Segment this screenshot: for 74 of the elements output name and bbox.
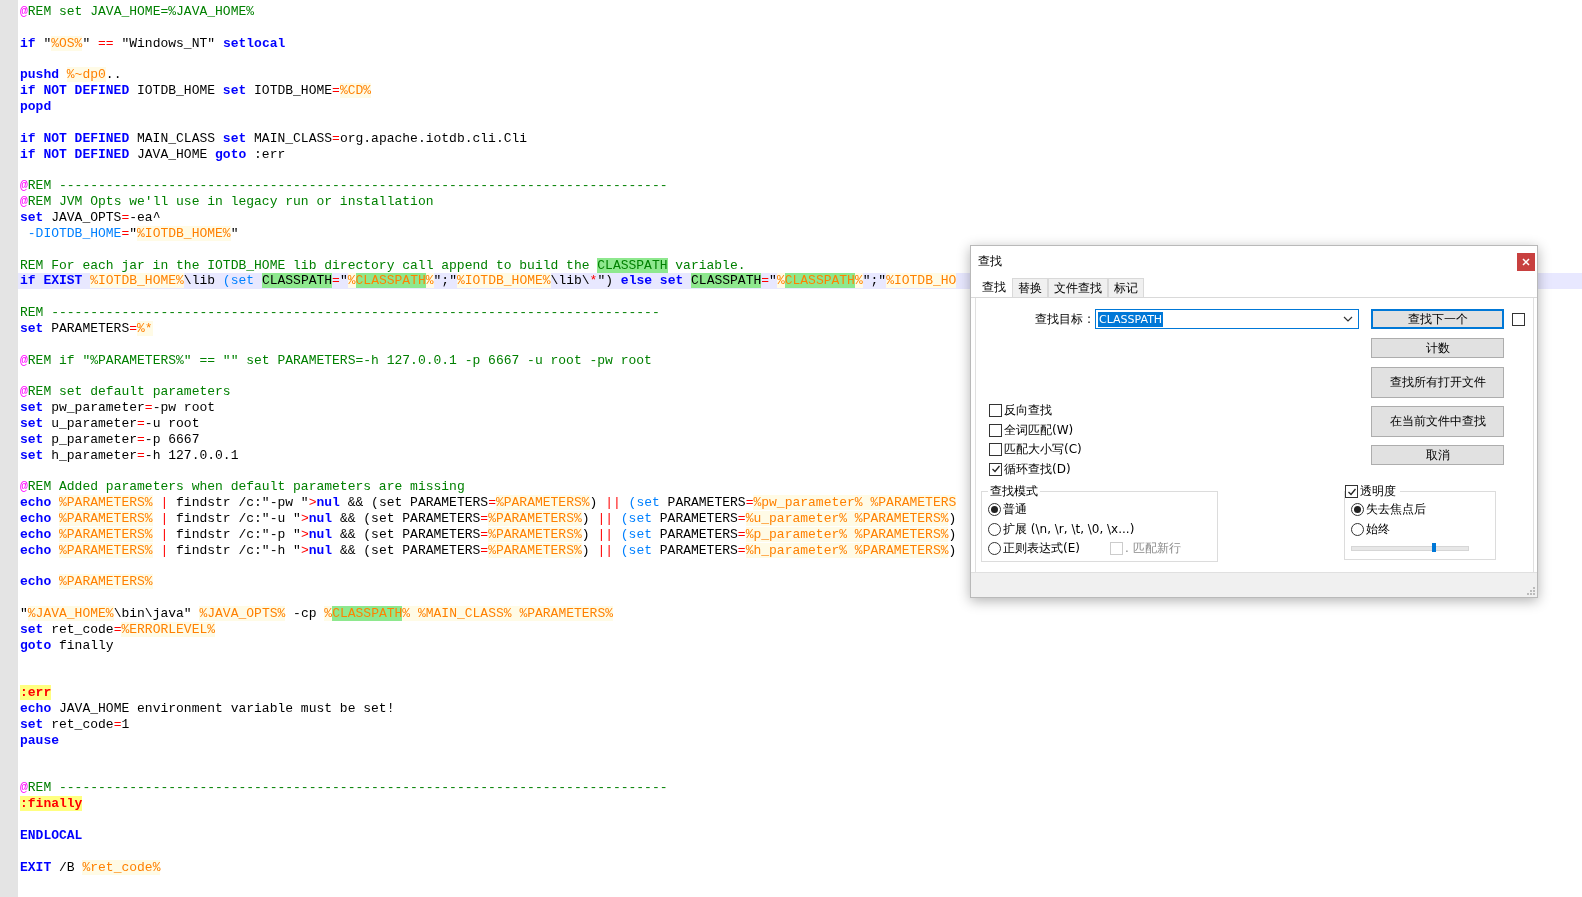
code-line: if "%OS%" == "Windows_NT" setlocal	[20, 35, 286, 52]
code-line: pushd %~dp0..	[20, 67, 122, 84]
checkbox-label: . 匹配新行	[1124, 540, 1181, 558]
code-line: ENDLOCAL	[20, 827, 83, 844]
code-line: set ret_code=%ERRORLEVEL%	[20, 621, 216, 638]
search-field[interactable]: CLASSPATH	[1095, 309, 1359, 329]
radio-button[interactable]	[1351, 503, 1364, 517]
checkbox-label: 循环查找(D)	[1004, 460, 1071, 478]
code-line: if NOT DEFINED IOTDB_HOME set IOTDB_HOME=%CD%	[20, 83, 372, 100]
code-line: if NOT DEFINED MAIN_CLASS set MAIN_CLASS=org.apache.iotdb.cli.Cli	[20, 130, 528, 147]
code-line: echo %PARAMETERS% | findstr /c:"-h ">nul && (set PARAMETERS=%PARAMETERS%) || (set PARAMETERS=%h_parameter% %PARAMETERS%)	[20, 542, 957, 559]
code-line: @REM if "%PARAMETERS%" == "" set PARAMETERS=-h 127.0.0.1 -p 6667 -u root -pw root	[20, 352, 652, 369]
code-line: set ret_code=1	[20, 716, 130, 733]
code-line: @REM ------------------------------------------------------------------------------	[20, 178, 668, 195]
radio-label: 扩展 (\n, \r, \t, \0, \x...)	[1003, 520, 1135, 538]
checkbox-label: 全词匹配(W)	[1004, 421, 1074, 439]
code-line: set u_parameter=-u root	[20, 415, 200, 432]
checkbox-label: 透明度	[1360, 483, 1396, 500]
code-line: echo %PARAMETERS%	[20, 574, 153, 591]
code-line: set JAVA_OPTS=-ea^	[20, 209, 161, 226]
code-line: EXIT /B %ret_code%	[20, 859, 161, 876]
radio-label: 始终	[1366, 520, 1390, 538]
code-line: pause	[20, 732, 59, 749]
checkbox[interactable]	[1512, 313, 1525, 326]
dialog-title: 查找	[978, 253, 1002, 270]
slider[interactable]	[1351, 546, 1469, 551]
code-line: popd	[20, 99, 52, 115]
code-line: REM For each jar in the IOTDB_HOME lib directory call append to build the CLASSPATH variable.	[20, 257, 746, 274]
code-line: @REM set JAVA_HOME=%JAVA_HOME%	[20, 4, 255, 20]
resize-grip-icon	[1527, 587, 1535, 595]
tab[interactable]: 文件查找	[1048, 278, 1108, 297]
slider-thumb[interactable]	[1432, 543, 1437, 552]
code-line: echo JAVA_HOME environment variable must be set!	[20, 701, 395, 717]
dialog-button[interactable]: 计数	[1371, 338, 1504, 358]
code-line: -DIOTDB_HOME="%IOTDB_HOME%"	[26, 225, 239, 242]
dialog-button[interactable]: 取消	[1371, 445, 1504, 465]
group-title: 查找模式	[989, 483, 1039, 500]
checkbox[interactable]	[989, 462, 1002, 476]
checkbox[interactable]	[989, 423, 1002, 437]
radio-label: 失去焦点后	[1366, 501, 1426, 519]
code-line: set h_parameter=-h 127.0.0.1	[20, 447, 239, 464]
checkbox[interactable]	[989, 443, 1002, 457]
checkbox[interactable]	[989, 404, 1002, 418]
code-line: echo %PARAMETERS% | findstr /c:"-p ">nul && (set PARAMETERS=%PARAMETERS%) || (set PARAMETERS=%p_parameter% %PARAMETERS%)	[20, 526, 957, 543]
code-line: @REM JVM Opts we'll use in legacy run or installation	[20, 194, 434, 210]
radio-button[interactable]	[988, 503, 1001, 517]
code-line: set p_parameter=-p 6667	[20, 431, 200, 448]
radio-label: 普通	[1003, 501, 1027, 519]
checkbox-label: 反向查找	[1004, 402, 1052, 420]
checkbox-label: 匹配大小写(C)	[1004, 441, 1082, 459]
field-label: 查找目标 :	[1034, 310, 1091, 328]
code-line: echo %PARAMETERS% | findstr /c:"-pw ">nul && (set PARAMETERS=%PARAMETERS%) || (set PARAMETERS=%pw_parameter% %PARAMETERS	[20, 495, 957, 511]
radio-button[interactable]	[988, 542, 1001, 556]
code-line: @REM ------------------------------------------------------------------------------	[20, 780, 668, 797]
code-line: echo %PARAMETERS% | findstr /c:"-u ">nul && (set PARAMETERS=%PARAMETERS%) || (set PARAMETERS=%u_parameter% %PARAMETERS%)	[20, 511, 957, 527]
close-button[interactable]	[1517, 252, 1535, 271]
tab[interactable]: 标记	[1108, 278, 1144, 297]
code-line: @REM Added parameters when default parameters are missing	[20, 479, 465, 496]
code-line: goto finally	[20, 637, 114, 654]
code-line: @REM set default parameters	[20, 384, 231, 401]
dialog-button[interactable]: 查找所有打开文件	[1371, 367, 1504, 398]
dialog-button[interactable]: 在当前文件中查找	[1371, 406, 1504, 437]
code-line: set PARAMETERS=%*	[20, 320, 153, 337]
code-line: if NOT DEFINED JAVA_HOME goto :err	[20, 146, 286, 163]
close-icon	[1522, 257, 1530, 266]
dialog-button[interactable]: 查找下一个	[1371, 309, 1504, 329]
chevron-down-icon	[1343, 316, 1353, 322]
checkbox[interactable]	[1345, 485, 1358, 498]
tab[interactable]: 替换	[1012, 278, 1048, 297]
radio-button[interactable]	[988, 522, 1001, 536]
radio-button[interactable]	[1351, 522, 1364, 536]
code-line: REM ------------------------------------------------------------------------------	[20, 305, 660, 321]
code-line: set pw_parameter=-pw root	[20, 400, 216, 416]
radio-label: 正则表达式(E)	[1003, 540, 1080, 558]
